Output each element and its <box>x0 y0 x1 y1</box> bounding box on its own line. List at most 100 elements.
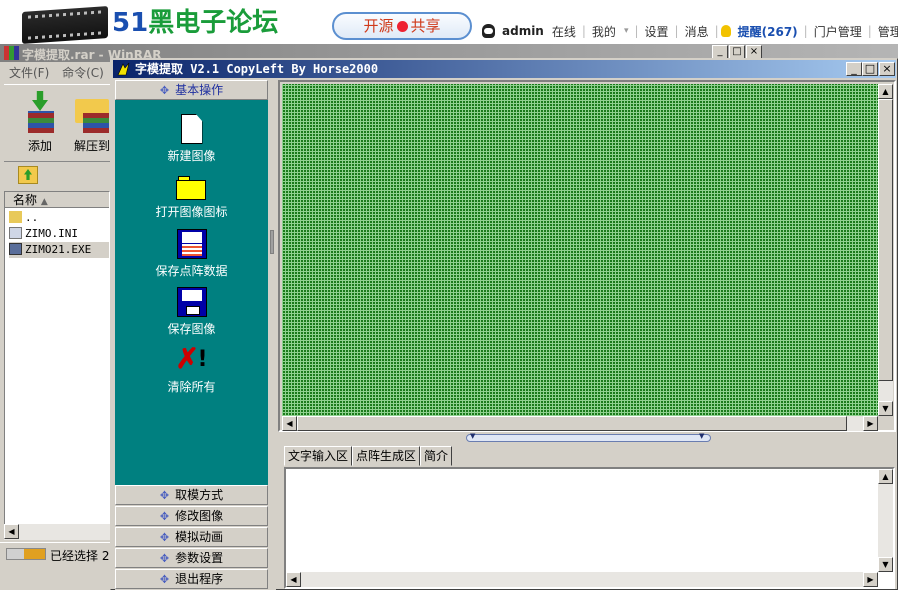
add-label: 添加 <box>27 139 52 153</box>
file-name: .. <box>25 211 39 224</box>
action-clear-all[interactable]: ✗! 清除所有 <box>115 345 268 395</box>
vertical-scroll-thumb[interactable] <box>878 99 893 381</box>
open-folder-icon <box>175 176 208 200</box>
file-row[interactable]: ZIMO.INI <box>9 226 78 242</box>
file-name: ZIMO.INI <box>25 227 78 240</box>
new-image-icon <box>180 114 203 144</box>
scroll-up-button[interactable]: ▲ <box>878 84 893 99</box>
section-label: 参数设置 <box>175 551 224 565</box>
winrar-maximize-button[interactable]: □ <box>729 45 745 59</box>
forum-nav: admin 在线 | 我的 ▾ | 设置 | 消息 | 提醒(267) | 门户管… <box>482 22 898 40</box>
vertical-splitter[interactable] <box>268 80 276 590</box>
scroll-right-button[interactable]: ▶ <box>863 416 878 431</box>
file-name: ZIMO21.EXE <box>25 243 92 256</box>
online-status: 在线 <box>551 24 576 39</box>
zimo-titlebar[interactable]: 字模提取 V2.1 CopyLeft By Horse2000 _ □ × <box>113 60 896 78</box>
text-horizontal-scrollbar[interactable]: ◀ ▶ <box>286 572 878 587</box>
winrar-horizontal-scrollbar[interactable]: ◀ <box>4 524 110 540</box>
save-image-floppy-icon <box>176 287 207 317</box>
chip-logo-icon <box>22 5 108 45</box>
tab-about[interactable]: 简介 <box>420 446 453 466</box>
nav-portal-link[interactable]: 门户管理 <box>810 23 866 40</box>
scroll-left-button[interactable]: ◀ <box>286 572 301 587</box>
horizontal-scroll-thumb[interactable] <box>297 416 847 431</box>
tab-text-input[interactable]: 文字输入区 <box>284 446 353 466</box>
menu-file[interactable]: 文件(F) <box>9 66 49 80</box>
status-selection-text: 已经选择 2 <box>50 549 110 563</box>
sidebar-section-edit-image[interactable]: ✥ 修改图像 <box>115 506 268 526</box>
action-label: 保存点阵数据 <box>155 264 228 278</box>
scroll-up-button[interactable]: ▲ <box>878 469 893 484</box>
winrar-file-list[interactable]: 名称 ▲ .. ZIMO.INI ZIMO21.EXE <box>4 191 110 540</box>
splitter-grip[interactable] <box>270 230 274 254</box>
sidebar: ✥ 基本操作 新建图像 打开图像图标 保存点阵数据 保存图像 ✗! 清除所有 ✥… <box>115 80 268 590</box>
sidebar-section-animation[interactable]: ✥ 模拟动画 <box>115 527 268 547</box>
up-folder-icon[interactable] <box>18 166 38 184</box>
bulb-icon <box>720 25 731 37</box>
winrar-minimize-button[interactable]: _ <box>712 45 728 59</box>
folder-icon <box>9 211 22 223</box>
scroll-left-button[interactable]: ◀ <box>4 524 19 539</box>
clear-all-icon: ✗! <box>175 342 208 375</box>
scroll-down-button[interactable]: ▼ <box>878 557 893 572</box>
tab-dot-matrix-output[interactable]: 点阵生成区 <box>352 446 421 466</box>
nav-settings-link[interactable]: 设置 <box>641 23 673 40</box>
action-label: 新建图像 <box>167 149 216 163</box>
sidebar-section-settings[interactable]: ✥ 参数设置 <box>115 548 268 568</box>
dot-matrix-editor: ▲ ▼ ◀ ▶ <box>278 80 896 432</box>
diamond-icon: ✥ <box>159 84 170 97</box>
diamond-icon: ✥ <box>159 552 170 565</box>
site-logo[interactable]: 51黑电子论坛 <box>112 7 278 39</box>
extract-label: 解压到 <box>73 139 110 153</box>
sidebar-actions-panel: 新建图像 打开图像图标 保存点阵数据 保存图像 ✗! 清除所有 <box>115 100 268 487</box>
action-label: 打开图像图标 <box>155 205 228 219</box>
add-button[interactable]: 添加 <box>20 91 60 154</box>
text-input-area[interactable]: ▲ ▼ ◀ ▶ <box>284 467 895 589</box>
nav-mine-link[interactable]: 我的 <box>588 23 620 40</box>
diamond-icon: ✥ <box>159 531 170 544</box>
horizontal-splitter[interactable]: ▼ ▼ <box>466 432 711 442</box>
diamond-icon: ✥ <box>159 510 170 523</box>
nav-remind-link[interactable]: 提醒(267) <box>734 23 802 40</box>
diamond-icon: ✥ <box>159 573 170 586</box>
nav-manage-link[interactable]: 管理 <box>874 23 898 40</box>
winrar-toolbar: 添加 解压到 <box>4 84 110 160</box>
menu-command[interactable]: 命令(C) <box>62 66 104 80</box>
extract-button[interactable]: 解压到 <box>70 91 114 154</box>
scroll-down-button[interactable]: ▼ <box>878 401 893 416</box>
close-button[interactable]: × <box>879 62 895 76</box>
action-new-image[interactable]: 新建图像 <box>115 114 268 164</box>
nav-messages-link[interactable]: 消息 <box>681 23 713 40</box>
action-save-data[interactable]: 保存点阵数据 <box>115 229 268 279</box>
maximize-button[interactable]: □ <box>862 62 878 76</box>
grid-horizontal-scrollbar[interactable]: ◀ ▶ <box>282 416 878 431</box>
section-label: 取模方式 <box>175 488 224 502</box>
scroll-left-button[interactable]: ◀ <box>282 416 297 431</box>
file-row[interactable]: ZIMO21.EXE <box>9 242 109 258</box>
action-save-image[interactable]: 保存图像 <box>115 287 268 337</box>
column-header-name[interactable]: 名称 ▲ <box>5 192 109 208</box>
username-link[interactable]: admin <box>498 24 548 38</box>
scroll-right-button[interactable]: ▶ <box>863 572 878 587</box>
text-vertical-scrollbar[interactable]: ▲ ▼ <box>878 469 893 572</box>
exe-file-icon <box>9 243 22 255</box>
action-label: 保存图像 <box>167 322 216 336</box>
forum-header: 51黑电子论坛 开源 共享 admin 在线 | 我的 ▾ | 设置 | 消息 | … <box>0 0 898 46</box>
dot-matrix-grid[interactable] <box>282 84 878 416</box>
sidebar-section-mode[interactable]: ✥ 取模方式 <box>115 485 268 505</box>
action-label: 清除所有 <box>167 380 216 394</box>
status-key-icon <box>6 548 46 560</box>
sidebar-section-exit[interactable]: ✥ 退出程序 <box>115 569 268 589</box>
action-open-image[interactable]: 打开图像图标 <box>115 172 268 220</box>
file-row[interactable]: .. <box>9 210 38 226</box>
save-data-floppy-icon <box>176 229 207 259</box>
splitter-right-arrow-icon: ▼ <box>699 432 705 440</box>
grid-vertical-scrollbar[interactable]: ▲ ▼ <box>878 84 893 416</box>
winrar-close-button[interactable]: × <box>746 45 762 59</box>
sidebar-header-basic-ops[interactable]: ✥ 基本操作 <box>115 80 268 100</box>
minimize-button[interactable]: _ <box>846 62 862 76</box>
winrar-menubar: 文件(F) 命令(C) <box>0 63 110 83</box>
sidebar-header-label: 基本操作 <box>175 83 224 97</box>
chevron-down-icon: ▾ <box>623 26 629 36</box>
diamond-icon: ✥ <box>159 489 170 502</box>
